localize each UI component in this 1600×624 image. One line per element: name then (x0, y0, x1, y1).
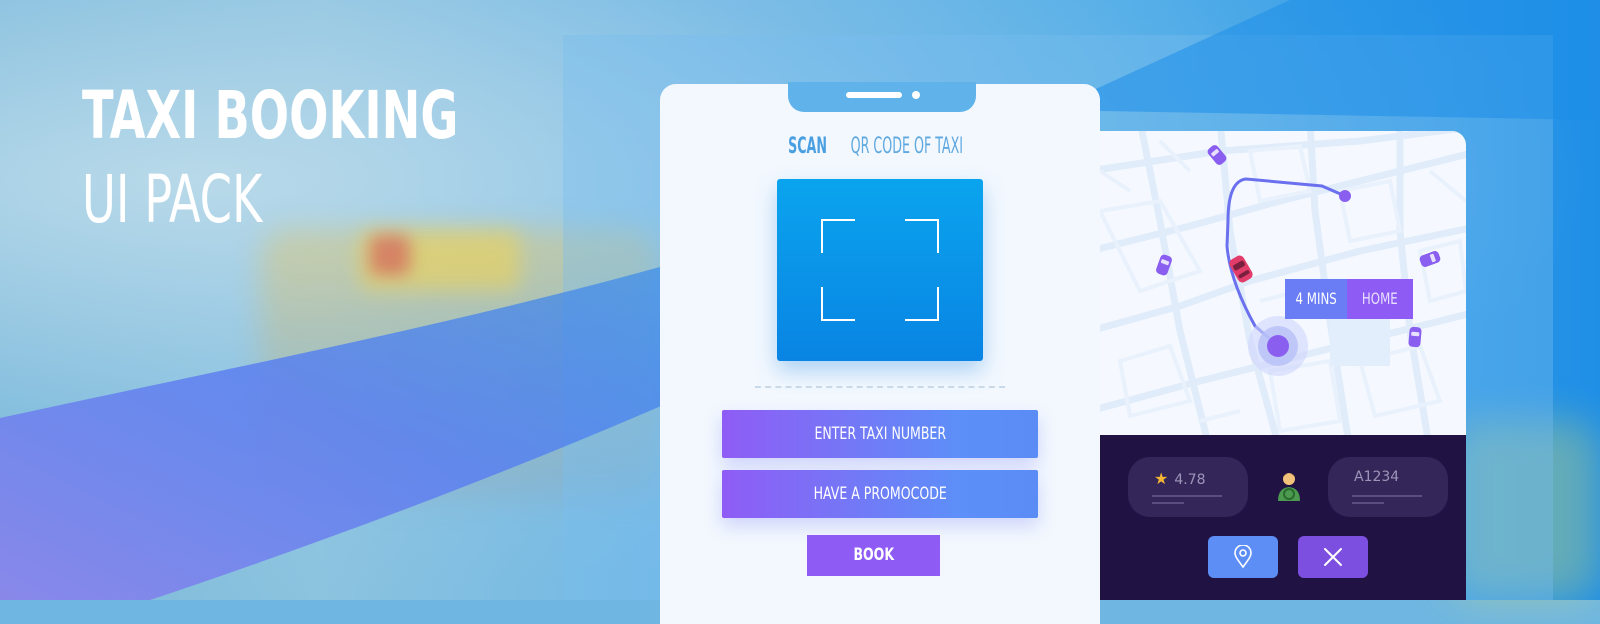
viewfinder-corner-icon (905, 219, 939, 253)
ride-info-panel: ★ 4.78 A1234 (1100, 435, 1466, 600)
viewfinder-corner-icon (821, 287, 855, 321)
enter-taxi-number-button[interactable]: ENTER TAXI NUMBER (722, 410, 1038, 458)
hero-title-line1: TAXI BOOKING (82, 77, 459, 154)
scan-title-bold: SCAN (787, 134, 827, 159)
phone-notch (788, 82, 976, 112)
scan-title-rest: QR CODE OF TAXI (846, 134, 963, 159)
cancel-ride-button[interactable] (1298, 536, 1368, 578)
plate-number: A1234 (1354, 469, 1400, 485)
eta-time: 4 MINS (1285, 279, 1347, 319)
car-icon (1408, 326, 1422, 348)
destination-dot (1339, 190, 1351, 202)
plate-number-pill: A1234 (1328, 457, 1448, 517)
dashed-divider (755, 386, 1005, 388)
scan-title: SCAN QR CODE OF TAXI (660, 134, 1100, 159)
eta-badge: 4 MINS HOME (1285, 279, 1413, 319)
driver-icon (1278, 473, 1300, 501)
qr-scanner-viewfinder[interactable] (777, 179, 983, 361)
speaker-icon (846, 92, 902, 98)
park-area (1330, 316, 1390, 366)
promocode-button[interactable]: HAVE A PROMOCODE (722, 470, 1038, 518)
location-button[interactable] (1208, 536, 1278, 578)
hero-title-line2: UI PACK (82, 161, 263, 238)
phone-scan-screen: SCAN QR CODE OF TAXI ENTER TAXI NUMBER H… (660, 82, 1100, 624)
star-icon: ★ (1154, 469, 1169, 488)
hero-headline: TAXI BOOKING UI PACK (82, 78, 565, 238)
eta-destination: HOME (1347, 279, 1413, 319)
pickup-dot[interactable] (1267, 335, 1289, 357)
camera-icon (912, 91, 920, 99)
book-button[interactable]: BOOK (807, 535, 940, 576)
close-icon (1324, 548, 1342, 566)
viewfinder-corner-icon (905, 287, 939, 321)
location-pin-icon (1234, 545, 1252, 569)
map-view[interactable]: 4 MINS HOME (1100, 131, 1466, 435)
driver-rating-pill: ★ 4.78 (1128, 457, 1248, 517)
viewfinder-corner-icon (821, 219, 855, 253)
driver-rating: 4.78 (1174, 472, 1206, 488)
